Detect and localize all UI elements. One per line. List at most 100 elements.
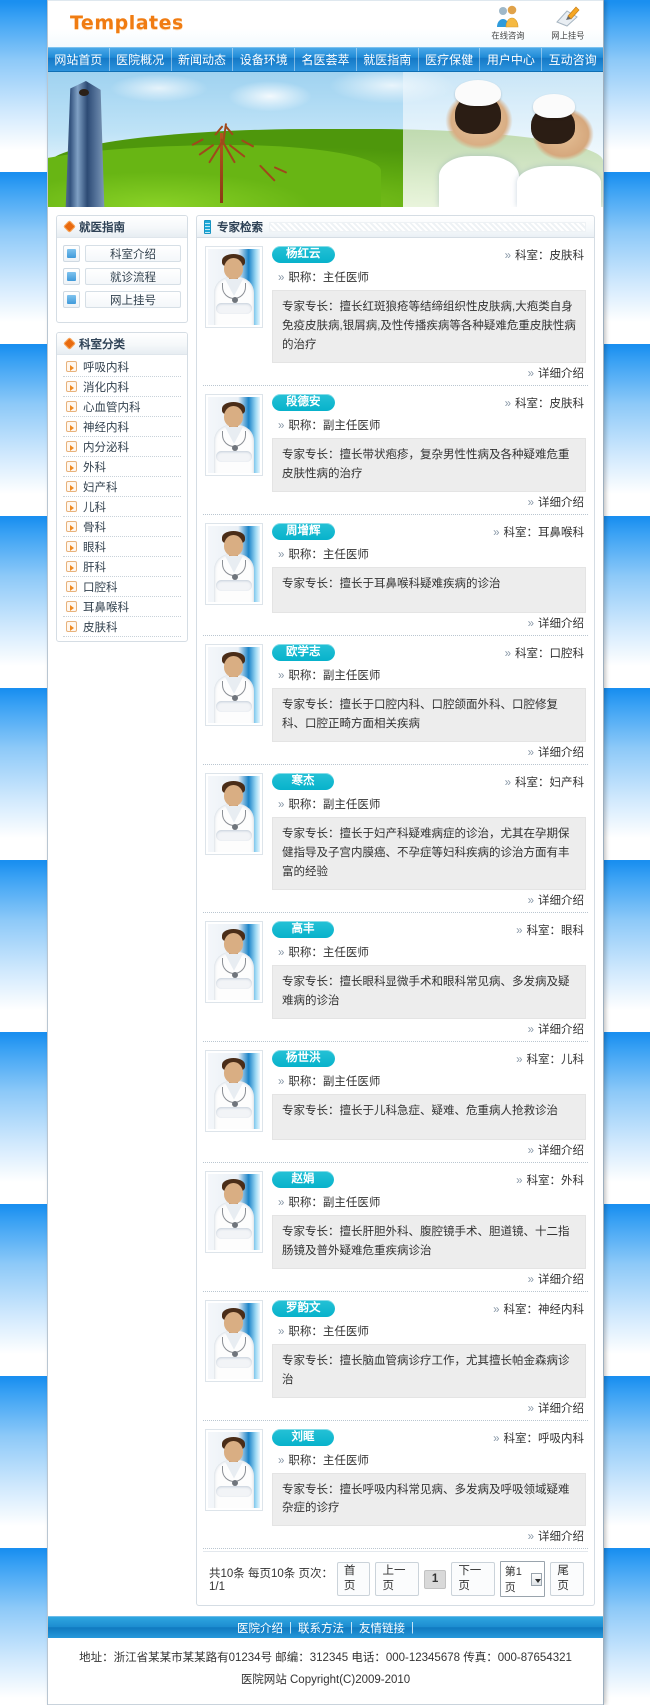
dept-item-surgery[interactable]: 外科 xyxy=(63,457,181,477)
expert-detail-link[interactable]: » 详细介绍 xyxy=(528,1528,584,1544)
arrow-right-icon xyxy=(66,541,77,552)
expert-name-badge[interactable]: 欧学志 xyxy=(272,643,335,661)
expert-detail-link[interactable]: » 详细介绍 xyxy=(528,1021,584,1037)
expert-name-badge[interactable]: 寒杰 xyxy=(272,772,334,790)
expert-photo xyxy=(205,772,263,855)
expert-name-badge[interactable]: 罗韵文 xyxy=(272,1299,335,1317)
expert-name-badge[interactable]: 杨红云 xyxy=(272,246,335,263)
expert-photo xyxy=(205,1170,263,1253)
expert-name-badge[interactable]: 杨世洪 xyxy=(272,1049,335,1067)
expert-specialty: 专家专长：擅长眼科显微手术和眼科常见病、多发病及疑难病的诊治 xyxy=(272,964,586,1019)
expert-detail-link[interactable]: » 详细介绍 xyxy=(528,1271,584,1287)
expert-photo xyxy=(205,1428,263,1511)
guide-button-label[interactable]: 网上挂号 xyxy=(85,291,181,308)
expert-name-badge[interactable]: 刘眶 xyxy=(272,1428,334,1446)
footer-separator: | xyxy=(411,1621,414,1634)
dept-panel-body: 呼吸内科 消化内科 心血管内科 神经内科 内分泌科 外科 妇产科 儿科 骨科 眼… xyxy=(57,355,187,641)
sidebar-item-online-register[interactable]: 网上挂号 xyxy=(63,291,181,308)
expert-name-badge[interactable]: 周增辉 xyxy=(272,522,335,540)
expert-detail-link[interactable]: » 详细介绍 xyxy=(528,1400,584,1416)
expert-name-badge[interactable]: 段德安 xyxy=(272,393,335,411)
dept-item-dermatology[interactable]: 皮肤科 xyxy=(63,617,181,637)
online-register-button[interactable]: 网上挂号 xyxy=(545,5,591,42)
expert-row: 寒杰 » 科室：妇产科 » 职称：副主任医师 专家专长：擅长于妇产科疑难病症的诊治，… xyxy=(203,765,588,913)
arrow-right-icon xyxy=(66,481,77,492)
expert-title: » 职称：副主任医师 xyxy=(278,669,381,682)
online-register-icon xyxy=(545,5,591,29)
expert-specialty: 专家专长：擅长于耳鼻喉科疑难疾病的诊治 xyxy=(272,566,586,613)
pager-page-select-value: 第1页 xyxy=(504,1566,522,1595)
nav-item-interact[interactable]: 互动咨询 xyxy=(542,48,603,71)
nav-item-equipment[interactable]: 设备环境 xyxy=(233,48,296,71)
dept-item-hepatology[interactable]: 肝科 xyxy=(63,557,181,577)
expert-detail-link[interactable]: » 详细介绍 xyxy=(528,615,584,631)
expert-row: 罗韵文 » 科室：神经内科 » 职称：主任医师 专家专长：擅长脑血管病诊疗工作，尤其… xyxy=(203,1292,588,1421)
expert-row: 杨世洪 » 科室：儿科 » 职称：副主任医师 专家专长：擅长于儿科急症、疑难、危重病… xyxy=(203,1042,588,1163)
site-logo: Templates xyxy=(70,12,184,34)
expert-row: 赵娟 » 科室：外科 » 职称：副主任医师 专家专长：擅长肝胆外科、腹腔镜手术、胆道… xyxy=(203,1163,588,1292)
expert-detail-link[interactable]: » 详细介绍 xyxy=(528,744,584,760)
footer-info: 地址：浙江省某某市某某路有01234号 邮编：312345 电话：000-123… xyxy=(48,1638,603,1705)
dept-item-respiratory[interactable]: 呼吸内科 xyxy=(63,357,181,377)
nav-item-experts[interactable]: 名医荟萃 xyxy=(295,48,357,71)
sidebar-item-visit-flow[interactable]: 就诊流程 xyxy=(63,268,181,285)
pager-current-page[interactable]: 1 xyxy=(423,1569,447,1589)
sidebar: 就医指南 科室介绍 就诊流程 网上挂号 科室分类 呼吸内科 消化内科 心血管内科… xyxy=(56,215,188,651)
expert-dept: » 科室：呼吸内科 xyxy=(493,1432,584,1445)
pager-page-select[interactable]: 第1页 xyxy=(499,1561,546,1598)
dept-item-digestive[interactable]: 消化内科 xyxy=(63,377,181,397)
header-tools: 在线咨询 网上挂号 xyxy=(485,5,591,42)
footer-link-contact[interactable]: 联系方法 xyxy=(298,1620,344,1636)
online-consult-button[interactable]: 在线咨询 xyxy=(485,5,531,42)
dept-item-obstetrics[interactable]: 妇产科 xyxy=(63,477,181,497)
footer-copyright: 医院网站 Copyright(C)2009-2010 xyxy=(240,1674,411,1687)
expert-detail-link[interactable]: » 详细介绍 xyxy=(528,494,584,510)
expert-detail-link[interactable]: » 详细介绍 xyxy=(528,1142,584,1158)
nav-item-guide[interactable]: 就医指南 xyxy=(357,48,419,71)
arrow-right-icon xyxy=(66,521,77,532)
footer-link-about[interactable]: 医院介绍 xyxy=(237,1620,283,1636)
pager-last-button[interactable]: 尾页 xyxy=(550,1562,584,1597)
dept-item-orthopedics[interactable]: 骨科 xyxy=(63,517,181,537)
expert-dept: » 科室：眼科 xyxy=(516,924,584,937)
dept-item-ent[interactable]: 耳鼻喉科 xyxy=(63,597,181,617)
chevron-down-icon xyxy=(531,1572,543,1586)
arrow-right-icon xyxy=(66,501,77,512)
banner-nurses-photo xyxy=(403,72,603,207)
dept-item-ophthalmology[interactable]: 眼科 xyxy=(63,537,181,557)
guide-button-label[interactable]: 科室介绍 xyxy=(85,245,181,262)
expert-photo xyxy=(205,393,263,476)
dept-item-neurology[interactable]: 神经内科 xyxy=(63,417,181,437)
nav-item-home[interactable]: 网站首页 xyxy=(48,48,110,71)
dept-item-pediatrics[interactable]: 儿科 xyxy=(63,497,181,517)
pager-prev-button[interactable]: 上一页 xyxy=(375,1562,419,1597)
guide-button-label[interactable]: 就诊流程 xyxy=(85,268,181,285)
dept-panel-title: 科室分类 xyxy=(79,338,125,351)
footer-separator: | xyxy=(289,1621,292,1634)
section-header: 专家检索 xyxy=(196,215,595,238)
nav-item-usercenter[interactable]: 用户中心 xyxy=(480,48,543,71)
dept-item-endocrinology[interactable]: 内分泌科 xyxy=(63,437,181,457)
online-consult-icon xyxy=(485,5,531,29)
expert-detail-link[interactable]: » 详细介绍 xyxy=(528,365,584,381)
arrow-right-icon xyxy=(66,421,77,432)
footer-link-friends[interactable]: 友情链接 xyxy=(359,1620,405,1636)
nav-item-healthcare[interactable]: 医疗保健 xyxy=(419,48,481,71)
expert-photo xyxy=(205,643,263,726)
nav-item-about[interactable]: 医院概况 xyxy=(110,48,172,71)
expert-list: 杨红云 » 科室：皮肤科 » 职称：主任医师 专家专长：擅长红斑狼疮等结缔组织性皮肤… xyxy=(196,238,595,1607)
expert-detail-link[interactable]: » 详细介绍 xyxy=(528,892,584,908)
expert-name-badge[interactable]: 高丰 xyxy=(272,920,334,938)
expert-name-badge[interactable]: 赵娟 xyxy=(272,1170,334,1188)
main-panel: 专家检索 杨红云 » 科室：皮肤科 » 职称：主任医师 专家专长：擅长红斑狼疮等… xyxy=(196,215,595,1607)
expert-title: » 职称：副主任医师 xyxy=(278,1075,381,1088)
expert-dept: » 科室：口腔科 xyxy=(504,647,584,660)
pager-first-button[interactable]: 首页 xyxy=(336,1562,371,1597)
dept-item-stomatology[interactable]: 口腔科 xyxy=(63,577,181,597)
pager-next-button[interactable]: 下一页 xyxy=(451,1562,495,1597)
dept-item-cardiovascular[interactable]: 心血管内科 xyxy=(63,397,181,417)
sidebar-item-dept-intro[interactable]: 科室介绍 xyxy=(63,245,181,262)
expert-specialty: 专家专长：擅长于口腔内科、口腔颌面外科、口腔修复科、口腔正畸方面相关疾病 xyxy=(272,687,586,742)
expert-dept: » 科室：外科 xyxy=(516,1174,584,1187)
nav-item-news[interactable]: 新闻动态 xyxy=(172,48,234,71)
